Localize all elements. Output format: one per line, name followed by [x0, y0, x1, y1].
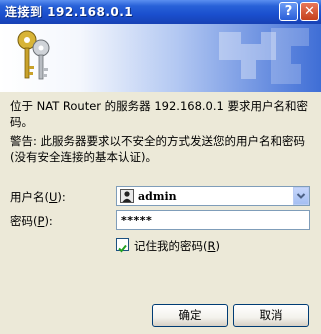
password-field[interactable]: ***** — [116, 210, 310, 230]
chevron-down-icon — [296, 193, 306, 199]
title-bar[interactable]: 连接到 192.168.0.1 ? ✕ — [0, 0, 321, 24]
remember-mnemonic: R — [207, 239, 216, 253]
user-account-icon — [120, 189, 134, 203]
security-warning: 警告: 此服务器要求以不安全的方式发送您的用户名和密码(没有安全连接的基本认证)… — [10, 134, 306, 164]
username-value: admin — [138, 190, 177, 203]
username-label: 用户名(U): — [10, 190, 66, 204]
username-mnemonic: U — [49, 190, 58, 204]
ok-button[interactable]: 确定 — [152, 304, 228, 327]
username-combobox[interactable]: admin — [116, 186, 310, 206]
remember-password-checkbox[interactable] — [116, 238, 129, 253]
keys-icon — [17, 30, 50, 80]
password-label: 密码(P): — [10, 214, 53, 228]
server-description: 位于 NAT Router 的服务器 192.168.0.1 要求用户名和密码。 — [10, 99, 308, 129]
dialog-banner — [0, 24, 321, 92]
banner-logo-icon — [219, 28, 309, 84]
remember-password-label[interactable]: 记住我的密码(R) — [134, 238, 220, 254]
password-mnemonic: P — [37, 214, 45, 228]
cancel-button[interactable]: 取消 — [233, 304, 309, 327]
close-button[interactable]: ✕ — [300, 2, 319, 21]
window-title: 连接到 192.168.0.1 — [5, 5, 134, 19]
login-dialog: 连接到 192.168.0.1 ? ✕ 位于 NAT Router 的服务器 1… — [0, 0, 321, 334]
checkmark-icon — [118, 244, 127, 253]
help-button[interactable]: ? — [279, 2, 298, 21]
password-value: ***** — [121, 214, 153, 227]
username-dropdown-button[interactable] — [293, 187, 309, 205]
